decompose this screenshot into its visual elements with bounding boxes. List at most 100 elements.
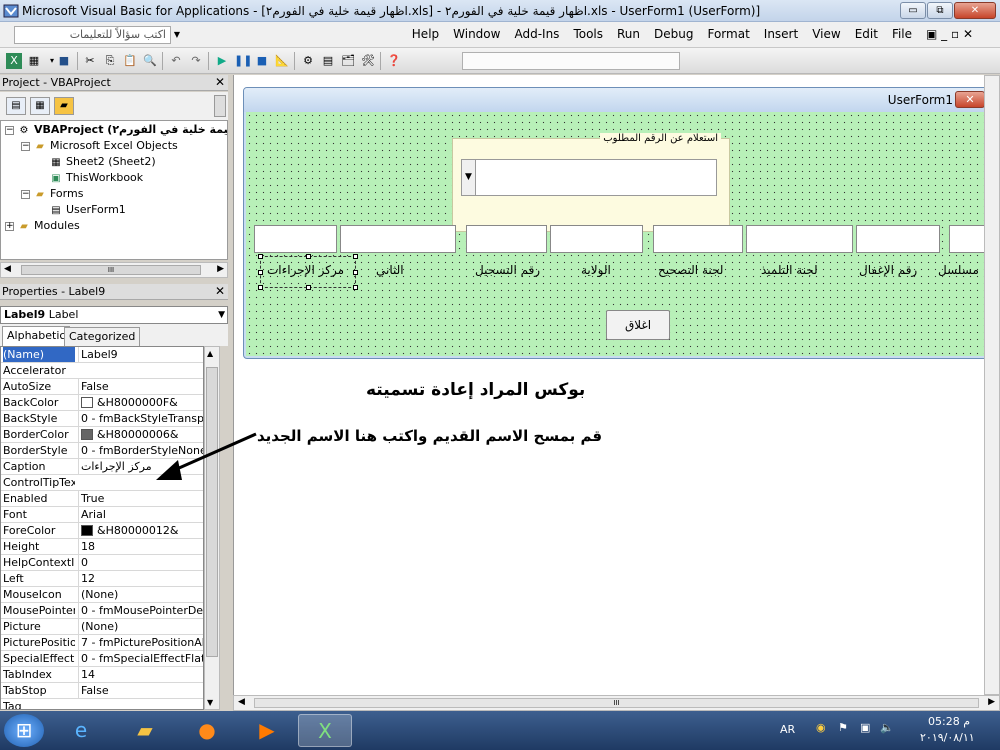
property-value[interactable]: &H8000000F& [78,395,203,410]
property-value[interactable]: True [78,491,203,506]
excel-taskbar-icon[interactable]: X [298,714,352,747]
minimize-button[interactable]: ▭ [900,2,926,19]
design-mode-icon[interactable]: 📐 [274,53,290,69]
clock-date[interactable]: ٢٠١٩/٠٨/١١ [920,731,975,744]
collapse-icon[interactable]: − [21,190,30,199]
menu-format[interactable]: Format [700,27,756,41]
menu-tools[interactable]: Tools [566,27,610,41]
menu-addins[interactable]: Add-Ins [507,27,566,41]
label-omission-number[interactable]: رقم الإغفال [859,263,917,277]
object-selector[interactable]: Label9 Label ▼ [0,306,228,324]
scroll-thumb[interactable] [206,367,218,657]
tab-categorized[interactable]: Categorized [64,327,141,346]
scroll-down-icon[interactable]: ▼ [207,698,213,707]
close-button[interactable]: ✕ [954,2,996,19]
copy-icon[interactable]: ⎘ [102,53,118,69]
file-explorer-icon[interactable]: ▰ [118,714,172,747]
toolbox-icon[interactable]: 🛠 [360,53,376,69]
internet-explorer-icon[interactable]: e [54,714,108,747]
textbox-1[interactable] [949,225,987,253]
menu-window[interactable]: Window [446,27,507,41]
project-hscrollbar[interactable]: ◀ III ▶ [0,262,228,278]
property-value[interactable]: 0 - fmBackStyleTransparent [78,411,203,426]
scroll-right-icon[interactable]: ▶ [988,697,995,707]
tree-modules[interactable]: ▰ Modules [17,218,80,234]
view-object-icon[interactable]: ▦ [30,97,50,115]
menu-file[interactable]: File [885,27,919,41]
properties-vscrollbar[interactable]: ▲ ▼ [204,346,220,710]
label-student-committee[interactable]: لجنة التلميذ [761,263,818,277]
textbox-8[interactable] [254,225,337,253]
property-row[interactable]: Height 18 [1,539,203,555]
tree-userform1[interactable]: ▤ UserForm1 [49,202,126,218]
property-row[interactable]: Picture (None) [1,619,203,635]
property-row[interactable]: PicturePosition 7 - fmPicturePositionAbov… [1,635,203,651]
scroll-up-icon[interactable]: ▲ [207,349,213,358]
chevron-down-icon[interactable]: ▼ [171,26,183,44]
label-correction-committee[interactable]: لجنة التصحيح [658,263,723,277]
language-indicator[interactable]: AR [780,723,795,736]
property-value[interactable]: 0 - fmMousePointerDefault [78,603,203,618]
restore-button[interactable]: ⧉ [927,2,953,19]
close-form-button[interactable]: اغلاق [606,310,670,340]
tree-sheet2[interactable]: ▦ Sheet2 (Sheet2) [49,154,155,170]
tree-root-vbaproject[interactable]: ⚙VBAProject (قيمة خلية في الفورم٢) [17,122,227,138]
collapse-icon[interactable]: − [21,142,30,151]
textbox-7[interactable] [340,225,456,253]
userform-window[interactable]: UserForm1 ✕ استعلام عن الرقم المطلوب ▼ م… [243,87,992,359]
property-value[interactable]: False [78,379,203,394]
run-icon[interactable]: ▶ [214,53,230,69]
property-row[interactable]: AutoSize False [1,379,203,395]
userform-canvas[interactable]: استعلام عن الرقم المطلوب ▼ مسلسل رقم الإ… [246,112,989,356]
userform-close-icon[interactable]: ✕ [955,91,985,108]
property-value[interactable]: False [78,683,203,698]
chevron-down-icon[interactable]: ▼ [218,307,225,323]
property-value[interactable]: (None) [78,619,203,634]
property-value[interactable]: 0 - fmSpecialEffectFlat [78,651,203,666]
label-action-center[interactable]: مركز الإجراءات [267,263,344,277]
clock-time[interactable]: 05:28 م [928,715,970,728]
property-row[interactable]: BackColor &H8000000F& [1,395,203,411]
textbox-4[interactable] [653,225,743,253]
scroll-left-icon[interactable]: ◀ [4,264,11,274]
tree-thisworkbook[interactable]: ▣ ThisWorkbook [49,170,143,186]
expand-icon[interactable]: + [5,222,14,231]
action-center-icon[interactable]: ⚑ [838,721,848,734]
designer-vscrollbar[interactable] [984,75,1000,695]
property-row[interactable]: Font Arial [1,507,203,523]
scroll-left-icon[interactable]: ◀ [238,697,245,707]
property-row[interactable]: ForeColor &H80000012& [1,523,203,539]
excel-view-icon[interactable]: X [6,53,22,69]
help-icon[interactable]: ❓ [386,53,402,69]
presentation-app-icon[interactable]: ▶ [240,714,294,747]
menu-window-controls[interactable]: ▣ _ ▫ ✕ [919,27,980,41]
display-icon[interactable]: ▣ [860,721,870,734]
paste-icon[interactable]: 📋 [122,53,138,69]
menu-edit[interactable]: Edit [848,27,885,41]
label-registration-number[interactable]: رقم التسجيل [475,263,540,277]
label-serial[interactable]: مسلسل [938,263,979,277]
menu-run[interactable]: Run [610,27,647,41]
start-button[interactable]: ⊞ [4,714,44,747]
menu-help[interactable]: Help [405,27,446,41]
network-icon[interactable]: ◉ [816,721,826,734]
close-icon[interactable]: ✕ [215,284,225,299]
find-icon[interactable]: 🔍 [142,53,158,69]
property-value[interactable]: 7 - fmPicturePositionAbove [78,635,203,650]
cut-icon[interactable]: ✂ [82,53,98,69]
undo-icon[interactable]: ↶ [168,53,184,69]
menu-view[interactable]: View [805,27,847,41]
query-frame[interactable]: استعلام عن الرقم المطلوب ▼ [452,133,730,232]
property-value[interactable]: 12 [78,571,203,586]
property-row[interactable]: Left 12 [1,571,203,587]
selected-label9[interactable]: مركز الإجراءات [258,254,358,290]
property-row[interactable]: TabStop False [1,683,203,699]
redo-icon[interactable]: ↷ [188,53,204,69]
label-second[interactable]: الثاني [376,263,404,277]
firefox-icon[interactable]: ● [180,714,234,747]
view-code-icon[interactable]: ▤ [6,97,26,115]
property-value[interactable]: 18 [78,539,203,554]
property-row[interactable]: Accelerator [1,363,203,379]
menu-debug[interactable]: Debug [647,27,700,41]
collapse-icon[interactable]: − [5,126,14,135]
